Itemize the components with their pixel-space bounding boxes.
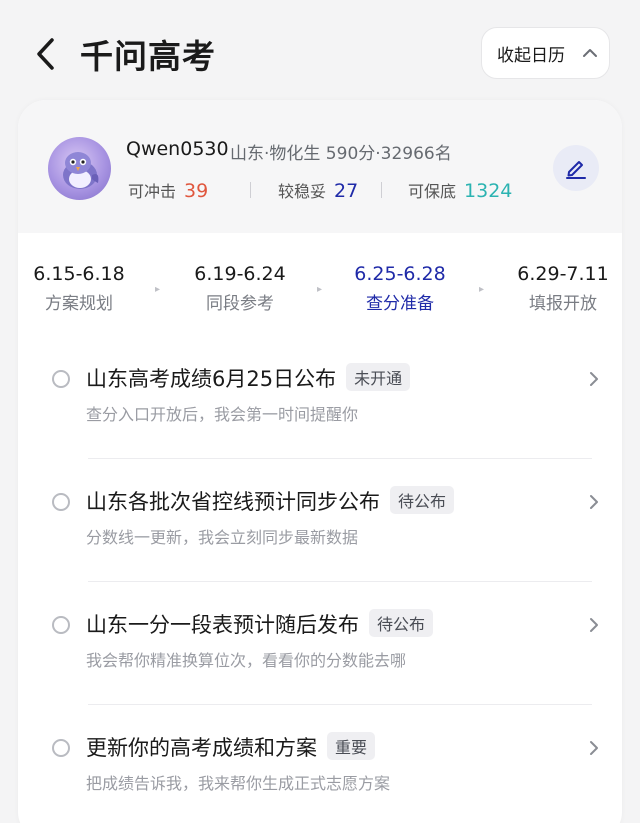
stat-reach-label: 可冲击 bbox=[128, 182, 177, 201]
item-description: 我会帮你精准换算位次，看看你的分数能去哪 bbox=[86, 651, 407, 670]
divider bbox=[88, 458, 592, 459]
phase-application-open[interactable]: 6.29-7.11 填报开放 bbox=[508, 263, 618, 314]
item-description: 分数线一更新，我会立刻同步最新数据 bbox=[86, 528, 359, 547]
phase-dates: 6.19-6.24 bbox=[194, 263, 286, 285]
list-item[interactable]: 更新你的高考成绩和方案 重要 把成绩告诉我，我来帮你生成正式志愿方案 bbox=[46, 714, 598, 823]
phase-score-prep[interactable]: 6.25-6.28 查分准备 bbox=[345, 263, 455, 314]
page-title: 千问高考 bbox=[80, 37, 216, 76]
status-badge: 待公布 bbox=[390, 486, 455, 514]
list-item[interactable]: 山东各批次省控线预计同步公布 待公布 分数线一更新，我会立刻同步最新数据 bbox=[46, 468, 598, 591]
stat-safe[interactable]: 较稳妥 27 bbox=[278, 178, 358, 202]
stat-fallback-label: 可保底 bbox=[408, 182, 457, 201]
username: Qwen0530 bbox=[126, 138, 229, 160]
stat-fallback-value: 1324 bbox=[464, 180, 513, 202]
item-description: 把成绩告诉我，我来帮你生成正式志愿方案 bbox=[86, 774, 391, 793]
stat-fallback[interactable]: 可保底 1324 bbox=[408, 178, 512, 202]
stat-divider bbox=[250, 182, 251, 198]
avatar[interactable] bbox=[48, 137, 111, 200]
pencil-icon bbox=[566, 161, 586, 179]
item-title-text: 山东高考成绩6月25日公布 bbox=[86, 367, 337, 391]
phase-dates: 6.15-6.18 bbox=[33, 263, 125, 285]
status-badge: 待公布 bbox=[369, 609, 434, 637]
phase-name: 同段参考 bbox=[206, 294, 274, 314]
phase-dates: 6.29-7.11 bbox=[517, 263, 609, 285]
stat-reach-value: 39 bbox=[184, 180, 209, 202]
phase-reference[interactable]: 6.19-6.24 同段参考 bbox=[185, 263, 295, 314]
back-button[interactable] bbox=[28, 32, 68, 76]
bird-mascot-icon bbox=[63, 152, 99, 189]
chevron-right-icon bbox=[590, 618, 598, 632]
item-title: 山东各批次省控线预计同步公布 待公布 bbox=[86, 486, 455, 516]
edit-profile-button[interactable] bbox=[553, 145, 599, 191]
phase-arrow-icon: ▸ bbox=[155, 284, 161, 295]
user-score-info: 山东·物化生 590分·32966名 bbox=[230, 144, 452, 164]
divider bbox=[88, 704, 592, 705]
stat-safe-value: 27 bbox=[334, 180, 359, 202]
radio-circle-icon[interactable] bbox=[52, 493, 70, 511]
collapse-calendar-label: 收起日历 bbox=[497, 45, 565, 66]
calendar-card: Qwen0530 山东·物化生 590分·32966名 可冲击 39 较稳妥 27 … bbox=[18, 100, 622, 823]
chevron-up-icon bbox=[583, 49, 597, 57]
phase-timeline: 6.15-6.18 方案规划 ▸ 6.19-6.24 同段参考 ▸ 6.25-6… bbox=[18, 233, 622, 333]
item-title-text: 山东各批次省控线预计同步公布 bbox=[86, 490, 380, 514]
radio-circle-icon[interactable] bbox=[52, 739, 70, 757]
profile-section: Qwen0530 山东·物化生 590分·32966名 可冲击 39 较稳妥 27 … bbox=[18, 100, 622, 233]
phase-plan[interactable]: 6.15-6.18 方案规划 bbox=[24, 263, 134, 314]
header: 千问高考 收起日历 bbox=[0, 0, 640, 100]
chevron-right-icon bbox=[590, 372, 598, 386]
collapse-calendar-button[interactable]: 收起日历 bbox=[481, 27, 610, 79]
list-item[interactable]: 山东高考成绩6月25日公布 未开通 查分入口开放后，我会第一时间提醒你 bbox=[46, 345, 598, 468]
stat-reach[interactable]: 可冲击 39 bbox=[128, 178, 208, 202]
phase-dates: 6.25-6.28 bbox=[354, 263, 446, 285]
page: 千问高考 收起日历 Qwen0530 山东·物化生 590分·32966名 可冲… bbox=[0, 0, 640, 823]
radio-circle-icon[interactable] bbox=[52, 370, 70, 388]
item-title-text: 更新你的高考成绩和方案 bbox=[86, 736, 317, 760]
item-title: 山东高考成绩6月25日公布 未开通 bbox=[86, 363, 411, 393]
phase-name: 方案规划 bbox=[45, 294, 113, 314]
item-title-text: 山东一分一段表预计随后发布 bbox=[86, 613, 359, 637]
chevron-left-icon bbox=[37, 38, 54, 70]
chevron-right-icon bbox=[590, 741, 598, 755]
divider bbox=[88, 581, 592, 582]
phase-name: 填报开放 bbox=[529, 294, 597, 314]
stat-divider bbox=[381, 182, 382, 198]
phase-arrow-icon: ▸ bbox=[479, 284, 485, 295]
radio-circle-icon[interactable] bbox=[52, 616, 70, 634]
status-badge: 重要 bbox=[327, 732, 376, 760]
phase-arrow-icon: ▸ bbox=[317, 284, 323, 295]
chevron-right-icon bbox=[590, 495, 598, 509]
item-title: 山东一分一段表预计随后发布 待公布 bbox=[86, 609, 434, 639]
item-title: 更新你的高考成绩和方案 重要 bbox=[86, 732, 376, 762]
phase-name: 查分准备 bbox=[366, 294, 434, 314]
item-description: 查分入口开放后，我会第一时间提醒你 bbox=[86, 405, 359, 424]
list-item[interactable]: 山东一分一段表预计随后发布 待公布 我会帮你精准换算位次，看看你的分数能去哪 bbox=[46, 591, 598, 714]
stat-safe-label: 较稳妥 bbox=[278, 182, 327, 201]
status-badge: 未开通 bbox=[346, 363, 411, 391]
